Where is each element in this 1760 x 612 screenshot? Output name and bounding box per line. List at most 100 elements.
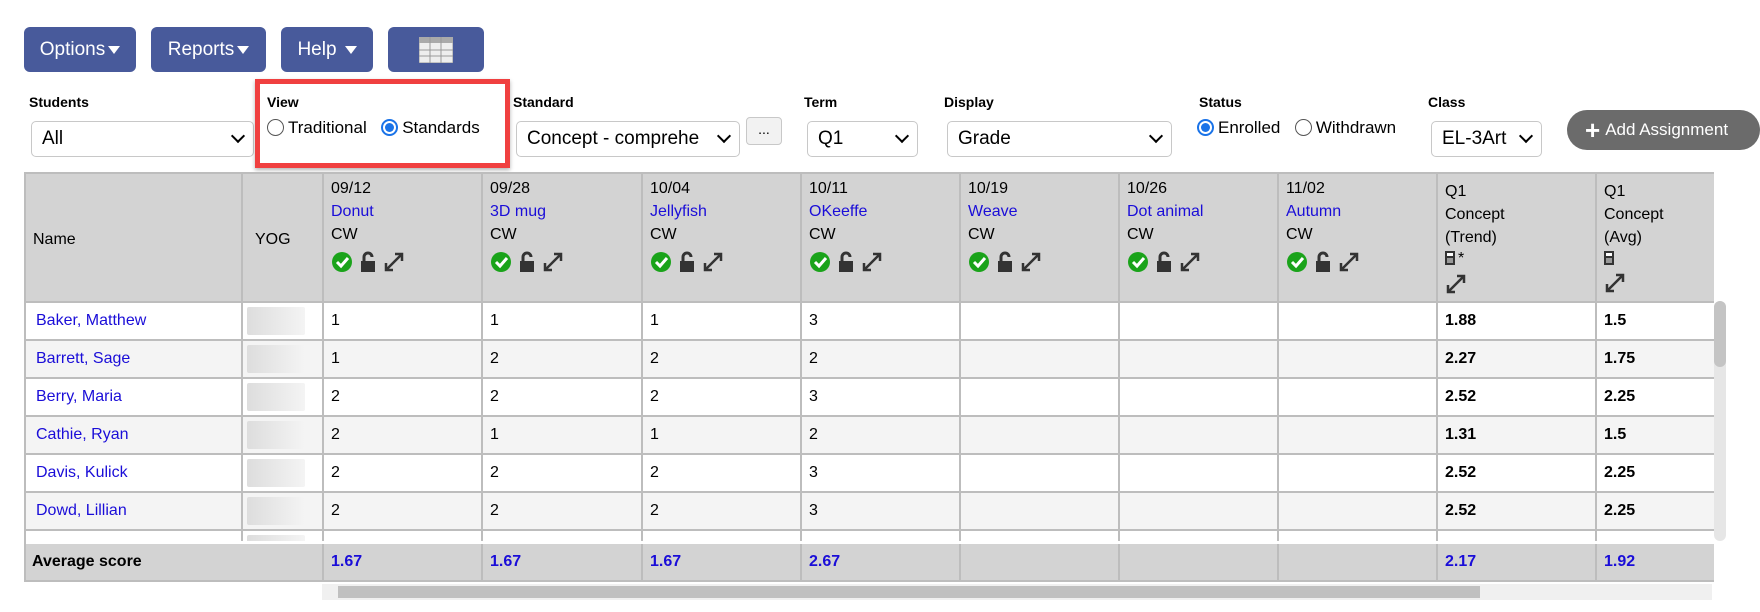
- expand-icon[interactable]: [1604, 272, 1626, 294]
- traditional-radio[interactable]: [267, 119, 284, 136]
- score-cell[interactable]: 3: [802, 455, 961, 493]
- score-cell[interactable]: 1: [483, 303, 643, 341]
- score-cell[interactable]: [1279, 455, 1438, 493]
- score-cell[interactable]: 2: [483, 379, 643, 417]
- standard-select[interactable]: Concept - comprehe: [516, 121, 740, 157]
- score-cell[interactable]: 2: [324, 379, 483, 417]
- expand-icon[interactable]: [1179, 251, 1201, 273]
- yog-column-header[interactable]: YOG: [243, 174, 324, 303]
- score-cell[interactable]: 2: [483, 455, 643, 493]
- score-cell[interactable]: 2: [802, 417, 961, 455]
- score-cell[interactable]: 2: [324, 455, 483, 493]
- display-select[interactable]: Grade: [947, 121, 1172, 157]
- reports-label: Reports: [167, 38, 235, 60]
- score-cell[interactable]: 3: [802, 493, 961, 531]
- score-cell[interactable]: 2: [643, 455, 802, 493]
- unlock-icon[interactable]: [678, 251, 696, 273]
- score-cell[interactable]: [1120, 379, 1279, 417]
- score-cell[interactable]: [1279, 341, 1438, 379]
- score-cell[interactable]: [961, 379, 1120, 417]
- expand-icon[interactable]: [383, 251, 405, 273]
- add-assignment-button[interactable]: + Add Assignment: [1567, 110, 1760, 150]
- score-cell[interactable]: 2: [324, 417, 483, 455]
- vertical-scrollbar-thumb[interactable]: [1714, 301, 1726, 367]
- unlock-icon[interactable]: [996, 251, 1014, 273]
- score-cell[interactable]: 2: [483, 493, 643, 531]
- standard-more-button[interactable]: ...: [746, 117, 782, 145]
- term-select[interactable]: Q1: [807, 121, 918, 157]
- check-circle-icon[interactable]: [968, 251, 990, 273]
- score-cell[interactable]: [1279, 379, 1438, 417]
- score-cell[interactable]: 1: [324, 303, 483, 341]
- unlock-icon[interactable]: [1314, 251, 1332, 273]
- unlock-icon[interactable]: [1155, 251, 1173, 273]
- expand-icon[interactable]: [1445, 273, 1467, 295]
- score-cell[interactable]: [1279, 303, 1438, 341]
- check-circle-icon[interactable]: [650, 251, 672, 273]
- score-cell[interactable]: [961, 455, 1120, 493]
- reports-menu-button[interactable]: Reports: [151, 27, 266, 72]
- score-cell[interactable]: [1279, 493, 1438, 531]
- score-cell[interactable]: 1: [483, 417, 643, 455]
- check-circle-icon[interactable]: [490, 251, 512, 273]
- expand-icon[interactable]: [702, 251, 724, 273]
- assignment-title-link[interactable]: Weave: [968, 200, 1018, 223]
- score-cell[interactable]: [961, 417, 1120, 455]
- unlock-icon[interactable]: [518, 251, 536, 273]
- score-cell[interactable]: 1: [643, 417, 802, 455]
- expand-icon[interactable]: [1020, 251, 1042, 273]
- student-name-link[interactable]: Dowd, Lillian: [36, 502, 127, 520]
- student-name-link[interactable]: Baker, Matthew: [36, 312, 146, 330]
- student-name-link[interactable]: Barrett, Sage: [36, 350, 130, 368]
- score-cell[interactable]: [1120, 341, 1279, 379]
- horizontal-scrollbar[interactable]: [322, 584, 1712, 600]
- assignment-title-link[interactable]: Jellyfish: [650, 200, 707, 223]
- enrolled-radio[interactable]: [1197, 119, 1214, 136]
- assignment-title-link[interactable]: Donut: [331, 200, 374, 223]
- assignment-title-link[interactable]: 3D mug: [490, 200, 546, 223]
- vertical-scrollbar[interactable]: [1714, 301, 1726, 541]
- class-select[interactable]: EL-3Art: [1431, 121, 1542, 157]
- unlock-icon[interactable]: [359, 251, 377, 273]
- spreadsheet-view-button[interactable]: [388, 27, 484, 72]
- unlock-icon[interactable]: [837, 251, 855, 273]
- help-menu-button[interactable]: Help: [281, 27, 373, 72]
- score-cell[interactable]: 2: [643, 379, 802, 417]
- score-cell[interactable]: 2: [802, 341, 961, 379]
- score-cell[interactable]: 2: [324, 493, 483, 531]
- score-cell[interactable]: 1: [324, 341, 483, 379]
- students-select[interactable]: All: [31, 121, 254, 157]
- horizontal-scrollbar-thumb[interactable]: [338, 586, 1480, 598]
- check-circle-icon[interactable]: [331, 251, 353, 273]
- student-name-link[interactable]: Berry, Maria: [36, 388, 122, 406]
- score-cell[interactable]: [1279, 417, 1438, 455]
- score-cell[interactable]: [1120, 303, 1279, 341]
- score-cell[interactable]: [1120, 493, 1279, 531]
- assignment-title-link[interactable]: Dot animal: [1127, 200, 1203, 223]
- options-menu-button[interactable]: Options: [24, 27, 136, 72]
- score-cell[interactable]: [1120, 417, 1279, 455]
- student-name-link[interactable]: Davis, Kulick: [36, 464, 128, 482]
- score-cell[interactable]: [961, 303, 1120, 341]
- assignment-title-link[interactable]: OKeeffe: [809, 200, 867, 223]
- expand-icon[interactable]: [861, 251, 883, 273]
- score-cell[interactable]: [1120, 455, 1279, 493]
- expand-icon[interactable]: [1338, 251, 1360, 273]
- expand-icon[interactable]: [542, 251, 564, 273]
- assignment-title-link[interactable]: Autumn: [1286, 200, 1341, 223]
- check-circle-icon[interactable]: [809, 251, 831, 273]
- score-cell[interactable]: 3: [802, 303, 961, 341]
- score-cell[interactable]: [961, 493, 1120, 531]
- name-column-header[interactable]: Name: [26, 174, 243, 303]
- score-cell[interactable]: 1: [643, 303, 802, 341]
- check-circle-icon[interactable]: [1286, 251, 1308, 273]
- check-circle-icon[interactable]: [1127, 251, 1149, 273]
- student-name-link[interactable]: Cathie, Ryan: [36, 426, 129, 444]
- score-cell[interactable]: 2: [483, 341, 643, 379]
- standards-radio[interactable]: [381, 119, 399, 136]
- score-cell[interactable]: 2: [643, 341, 802, 379]
- score-cell[interactable]: [961, 341, 1120, 379]
- score-cell[interactable]: 2: [643, 493, 802, 531]
- score-cell[interactable]: 3: [802, 379, 961, 417]
- withdrawn-radio[interactable]: [1294, 119, 1312, 136]
